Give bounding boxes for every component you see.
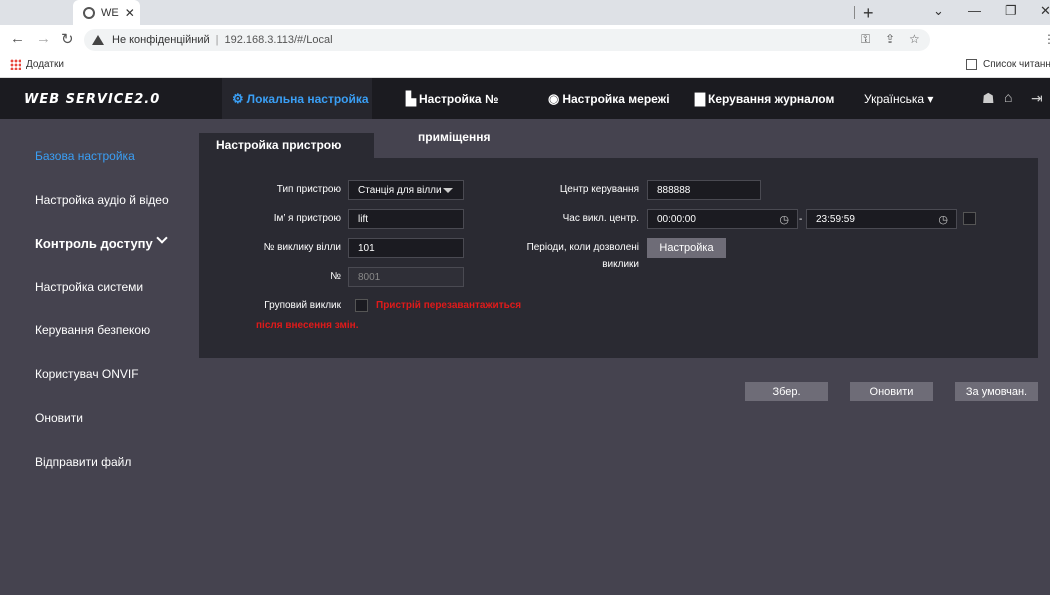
new-tab-icon[interactable]: + [863,3,874,24]
call-time-checkbox[interactable] [963,212,976,225]
globe-icon [83,6,95,19]
control-center-input[interactable]: 888888 [647,180,761,200]
apps-grid-icon [10,59,21,70]
nav-local-settings[interactable]: ⚙ Локальна настройка [232,91,369,107]
villa-call-input[interactable]: 101 [348,238,464,258]
omnibox-divider: | [215,34,219,46]
chevron-down-icon[interactable] [156,232,168,244]
globe-icon: ◉ [548,91,560,106]
star-icon[interactable]: ☆ [909,32,920,46]
reboot-warning-line2: після внесення змін. [256,320,359,331]
nav-network-settings[interactable]: ◉ Настройка мережі [548,91,670,107]
sidebar-item-access-control[interactable]: Контроль доступу [35,236,153,251]
tab-divider [854,6,855,19]
clock-icon[interactable]: ◷ [938,213,948,226]
restore-icon[interactable]: ❐ [1005,3,1017,19]
home-icon[interactable]: ⌂ [1004,89,1012,105]
minimize-icon[interactable]: — [968,3,981,18]
time-start-value: 00:00:00 [657,214,696,225]
group-call-checkbox[interactable] [355,299,368,312]
number-label: № [330,271,341,282]
time-end-value: 23:59:59 [816,214,855,225]
close-tab-icon[interactable]: ✕ [125,6,135,20]
time-end-input[interactable]: 23:59:59 ◷ [806,209,957,229]
default-button[interactable]: За умовчан. [955,382,1038,401]
reading-list-label: Список читанн [983,59,1050,70]
device-type-value: Станція для вілли [358,185,442,196]
tab-room[interactable]: приміщення [418,130,490,144]
save-button[interactable]: Збер. [745,382,828,401]
reboot-warning: Пристрій перезавантажиться [376,300,522,311]
control-center-label: Центр керування [559,184,639,195]
number-input: 8001 [348,267,464,287]
nav-label: Керування журналом [708,92,835,106]
group-call-label: Груповий виклик [264,300,341,311]
sidebar-item-audio-video[interactable]: Настройка аудіо й відео [35,193,169,207]
key-icon[interactable]: ⚿ [861,32,870,47]
apps-bookmark[interactable]: Додатки [10,59,64,70]
periods-settings-button[interactable]: Настройка [647,238,726,258]
menu-icon[interactable]: ⋮ [1043,32,1050,46]
logo: WEB SERVICE2.0 [24,92,161,107]
browser-tab[interactable]: WE ✕ [73,0,140,25]
nav-label: Локальна настройка [246,92,369,106]
call-time-label: Час викл. центр. [562,213,639,224]
browser-tab-title: WE [101,6,119,19]
security-label: Не конфіденційний [112,34,210,46]
device-name-input[interactable]: lift [348,209,464,229]
user-icon[interactable]: ☗ [982,90,995,107]
nav-label: Настройка № [419,92,499,106]
reading-list-icon [966,59,977,70]
call-periods-label-line2: виклики [602,259,639,270]
sidebar-item-system-settings[interactable]: Настройка системи [35,280,143,294]
language-select[interactable]: Українська ▾ [864,92,933,106]
time-start-input[interactable]: 00:00:00 ◷ [647,209,798,229]
log-icon: ▇ [695,91,705,106]
device-name-label: Ім’ я пристрою [273,213,341,224]
share-icon[interactable]: ⇪ [885,32,895,46]
nav-log-management[interactable]: ▇ Керування журналом [695,91,834,107]
sidebar-item-upload-file[interactable]: Відправити файл [35,455,131,469]
reload-icon[interactable]: ↻ [61,30,74,48]
device-type-select[interactable]: Станція для вілли [348,180,464,200]
sidebar-item-security[interactable]: Керування безпекою [35,323,150,337]
omnibox[interactable]: Не конфіденційний | 192.168.3.113/#/Loca… [84,29,930,51]
apps-label: Додатки [26,59,64,70]
warning-icon[interactable] [92,35,104,45]
sidebar-item-update[interactable]: Оновити [35,411,83,425]
bookmarks-bar: Додатки Список читанн [0,54,1050,78]
nav-room-settings[interactable]: ▙ Настройка № [406,91,498,107]
reading-list[interactable]: Список читанн [966,59,1050,70]
browser-tab-bar: WE ✕ + ⌄ — ❐ ✕ [0,0,1050,25]
gear-icon: ⚙ [232,91,244,106]
back-icon[interactable]: ← [10,30,25,47]
sidebar-item-onvif-user[interactable]: Користувач ONVIF [35,367,139,381]
building-icon: ▙ [406,91,416,106]
logout-icon[interactable]: ⇥ [1031,90,1043,107]
time-range-separator: - [799,214,803,225]
tab-search-icon[interactable]: ⌄ [933,3,944,19]
close-window-icon[interactable]: ✕ [1040,3,1050,19]
forward-icon[interactable]: → [36,30,51,47]
refresh-button[interactable]: Оновити [850,382,933,401]
caret-down-icon [443,188,453,193]
device-type-label: Тип пристрою [276,184,341,195]
villa-call-label: № виклику вілли [263,242,341,253]
language-label: Українська [864,92,925,106]
url-text[interactable]: 192.168.3.113/#/Local [224,34,332,46]
call-periods-label: Періоди, коли дозволені [526,242,639,253]
nav-label: Настройка мережі [562,92,670,106]
sidebar-item-basic-settings[interactable]: Базова настройка [35,149,135,163]
tab-device-settings[interactable]: Настройка пристрою [199,133,374,158]
clock-icon[interactable]: ◷ [779,213,789,226]
